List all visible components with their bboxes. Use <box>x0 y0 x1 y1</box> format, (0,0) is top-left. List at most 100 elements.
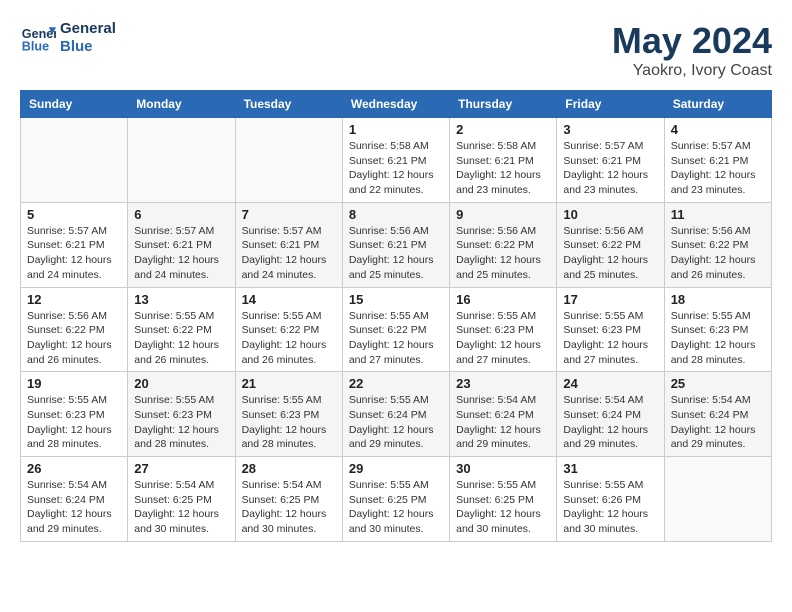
day-header-tuesday: Tuesday <box>235 91 342 118</box>
day-info: Sunrise: 5:56 AMSunset: 6:22 PMDaylight:… <box>563 224 657 283</box>
day-number: 2 <box>456 122 550 137</box>
svg-text:Blue: Blue <box>22 40 49 54</box>
day-number: 15 <box>349 292 443 307</box>
calendar-cell <box>21 118 128 203</box>
day-info: Sunrise: 5:55 AMSunset: 6:22 PMDaylight:… <box>242 309 336 368</box>
calendar-cell: 6 Sunrise: 5:57 AMSunset: 6:21 PMDaylight… <box>128 202 235 287</box>
day-number: 31 <box>563 461 657 476</box>
day-info: Sunrise: 5:55 AMSunset: 6:23 PMDaylight:… <box>242 393 336 452</box>
calendar-cell: 13 Sunrise: 5:55 AMSunset: 6:22 PMDayligh… <box>128 287 235 372</box>
day-number: 24 <box>563 376 657 391</box>
day-number: 28 <box>242 461 336 476</box>
calendar-header-row: SundayMondayTuesdayWednesdayThursdayFrid… <box>21 91 772 118</box>
calendar-cell: 28Sunrise: 5:54 AMSunset: 6:25 PMDayligh… <box>235 457 342 542</box>
day-number: 6 <box>134 207 228 222</box>
calendar-week-row: 5Sunrise: 5:57 AMSunset: 6:21 PMDaylight… <box>21 202 772 287</box>
month-title: May 2024 <box>612 20 772 62</box>
calendar-cell: 14 Sunrise: 5:55 AMSunset: 6:22 PMDayligh… <box>235 287 342 372</box>
day-info: Sunrise: 5:55 AMSunset: 6:23 PMDaylight:… <box>134 393 228 452</box>
calendar-week-row: 1 Sunrise: 5:58 AMSunset: 6:21 PMDaylight… <box>21 118 772 203</box>
day-info: Sunrise: 5:56 AMSunset: 6:22 PMDaylight:… <box>456 224 550 283</box>
calendar-cell: 9 Sunrise: 5:56 AMSunset: 6:22 PMDaylight… <box>450 202 557 287</box>
day-info: Sunrise: 5:57 AMSunset: 6:21 PMDaylight:… <box>242 224 336 283</box>
calendar-cell: 3Sunrise: 5:57 AMSunset: 6:21 PMDaylight… <box>557 118 664 203</box>
page-header: General Blue General Blue May 2024 Yaokr… <box>20 20 772 80</box>
day-number: 12 <box>27 292 121 307</box>
day-info: Sunrise: 5:56 AMSunset: 6:21 PMDaylight:… <box>349 224 443 283</box>
calendar-cell: 23Sunrise: 5:54 AMSunset: 6:24 PMDayligh… <box>450 372 557 457</box>
day-info: Sunrise: 5:55 AMSunset: 6:23 PMDaylight:… <box>456 309 550 368</box>
day-number: 1 <box>349 122 443 137</box>
calendar-cell: 21 Sunrise: 5:55 AMSunset: 6:23 PMDayligh… <box>235 372 342 457</box>
calendar-cell: 2 Sunrise: 5:58 AMSunset: 6:21 PMDaylight… <box>450 118 557 203</box>
day-number: 9 <box>456 207 550 222</box>
calendar-cell <box>128 118 235 203</box>
day-number: 7 <box>242 207 336 222</box>
day-info: Sunrise: 5:54 AMSunset: 6:24 PMDaylight:… <box>456 393 550 452</box>
day-info: Sunrise: 5:55 AMSunset: 6:24 PMDaylight:… <box>349 393 443 452</box>
day-number: 14 <box>242 292 336 307</box>
day-number: 27 <box>134 461 228 476</box>
day-header-wednesday: Wednesday <box>342 91 449 118</box>
day-info: Sunrise: 5:54 AMSunset: 6:25 PMDaylight:… <box>134 478 228 537</box>
day-info: Sunrise: 5:55 AMSunset: 6:23 PMDaylight:… <box>563 309 657 368</box>
day-info: Sunrise: 5:55 AMSunset: 6:23 PMDaylight:… <box>27 393 121 452</box>
day-header-sunday: Sunday <box>21 91 128 118</box>
day-number: 16 <box>456 292 550 307</box>
calendar-cell: 15 Sunrise: 5:55 AMSunset: 6:22 PMDayligh… <box>342 287 449 372</box>
day-info: Sunrise: 5:56 AMSunset: 6:22 PMDaylight:… <box>671 224 765 283</box>
day-number: 25 <box>671 376 765 391</box>
calendar-cell: 29 Sunrise: 5:55 AMSunset: 6:25 PMDayligh… <box>342 457 449 542</box>
calendar-cell: 4 Sunrise: 5:57 AMSunset: 6:21 PMDaylight… <box>664 118 771 203</box>
day-number: 11 <box>671 207 765 222</box>
day-number: 4 <box>671 122 765 137</box>
location: Yaokro, Ivory Coast <box>612 62 772 80</box>
calendar-week-row: 12 Sunrise: 5:56 AMSunset: 6:22 PMDayligh… <box>21 287 772 372</box>
calendar-cell: 31 Sunrise: 5:55 AMSunset: 6:26 PMDayligh… <box>557 457 664 542</box>
calendar-cell: 24Sunrise: 5:54 AMSunset: 6:24 PMDayligh… <box>557 372 664 457</box>
calendar-cell: 5Sunrise: 5:57 AMSunset: 6:21 PMDaylight… <box>21 202 128 287</box>
calendar-week-row: 19 Sunrise: 5:55 AMSunset: 6:23 PMDayligh… <box>21 372 772 457</box>
day-number: 8 <box>349 207 443 222</box>
calendar-cell: 16 Sunrise: 5:55 AMSunset: 6:23 PMDayligh… <box>450 287 557 372</box>
day-info: Sunrise: 5:58 AMSunset: 6:21 PMDaylight:… <box>456 139 550 198</box>
calendar-cell: 8 Sunrise: 5:56 AMSunset: 6:21 PMDaylight… <box>342 202 449 287</box>
calendar-cell: 27 Sunrise: 5:54 AMSunset: 6:25 PMDayligh… <box>128 457 235 542</box>
day-number: 13 <box>134 292 228 307</box>
calendar-cell: 26 Sunrise: 5:54 AMSunset: 6:24 PMDayligh… <box>21 457 128 542</box>
day-info: Sunrise: 5:55 AMSunset: 6:22 PMDaylight:… <box>134 309 228 368</box>
day-info: Sunrise: 5:54 AMSunset: 6:24 PMDaylight:… <box>27 478 121 537</box>
calendar-cell: 20 Sunrise: 5:55 AMSunset: 6:23 PMDayligh… <box>128 372 235 457</box>
calendar-cell: 19 Sunrise: 5:55 AMSunset: 6:23 PMDayligh… <box>21 372 128 457</box>
day-info: Sunrise: 5:55 AMSunset: 6:26 PMDaylight:… <box>563 478 657 537</box>
day-number: 26 <box>27 461 121 476</box>
day-number: 10 <box>563 207 657 222</box>
day-info: Sunrise: 5:55 AMSunset: 6:25 PMDaylight:… <box>456 478 550 537</box>
day-info: Sunrise: 5:58 AMSunset: 6:21 PMDaylight:… <box>349 139 443 198</box>
calendar-cell <box>235 118 342 203</box>
day-info: Sunrise: 5:57 AMSunset: 6:21 PMDaylight:… <box>563 139 657 198</box>
logo-general: General <box>60 20 116 38</box>
calendar-cell: 25 Sunrise: 5:54 AMSunset: 6:24 PMDayligh… <box>664 372 771 457</box>
calendar-cell <box>664 457 771 542</box>
day-number: 30 <box>456 461 550 476</box>
day-info: Sunrise: 5:57 AMSunset: 6:21 PMDaylight:… <box>671 139 765 198</box>
day-header-thursday: Thursday <box>450 91 557 118</box>
day-info: Sunrise: 5:55 AMSunset: 6:25 PMDaylight:… <box>349 478 443 537</box>
calendar-cell: 1 Sunrise: 5:58 AMSunset: 6:21 PMDaylight… <box>342 118 449 203</box>
calendar-cell: 18Sunrise: 5:55 AMSunset: 6:23 PMDayligh… <box>664 287 771 372</box>
calendar-cell: 12 Sunrise: 5:56 AMSunset: 6:22 PMDayligh… <box>21 287 128 372</box>
day-number: 21 <box>242 376 336 391</box>
calendar-cell: 17Sunrise: 5:55 AMSunset: 6:23 PMDayligh… <box>557 287 664 372</box>
day-info: Sunrise: 5:56 AMSunset: 6:22 PMDaylight:… <box>27 309 121 368</box>
day-info: Sunrise: 5:57 AMSunset: 6:21 PMDaylight:… <box>134 224 228 283</box>
day-header-saturday: Saturday <box>664 91 771 118</box>
logo-blue: Blue <box>60 38 116 56</box>
day-number: 19 <box>27 376 121 391</box>
day-info: Sunrise: 5:54 AMSunset: 6:24 PMDaylight:… <box>671 393 765 452</box>
day-info: Sunrise: 5:55 AMSunset: 6:22 PMDaylight:… <box>349 309 443 368</box>
day-number: 22 <box>349 376 443 391</box>
day-number: 20 <box>134 376 228 391</box>
logo: General Blue General Blue <box>20 20 116 56</box>
day-number: 29 <box>349 461 443 476</box>
